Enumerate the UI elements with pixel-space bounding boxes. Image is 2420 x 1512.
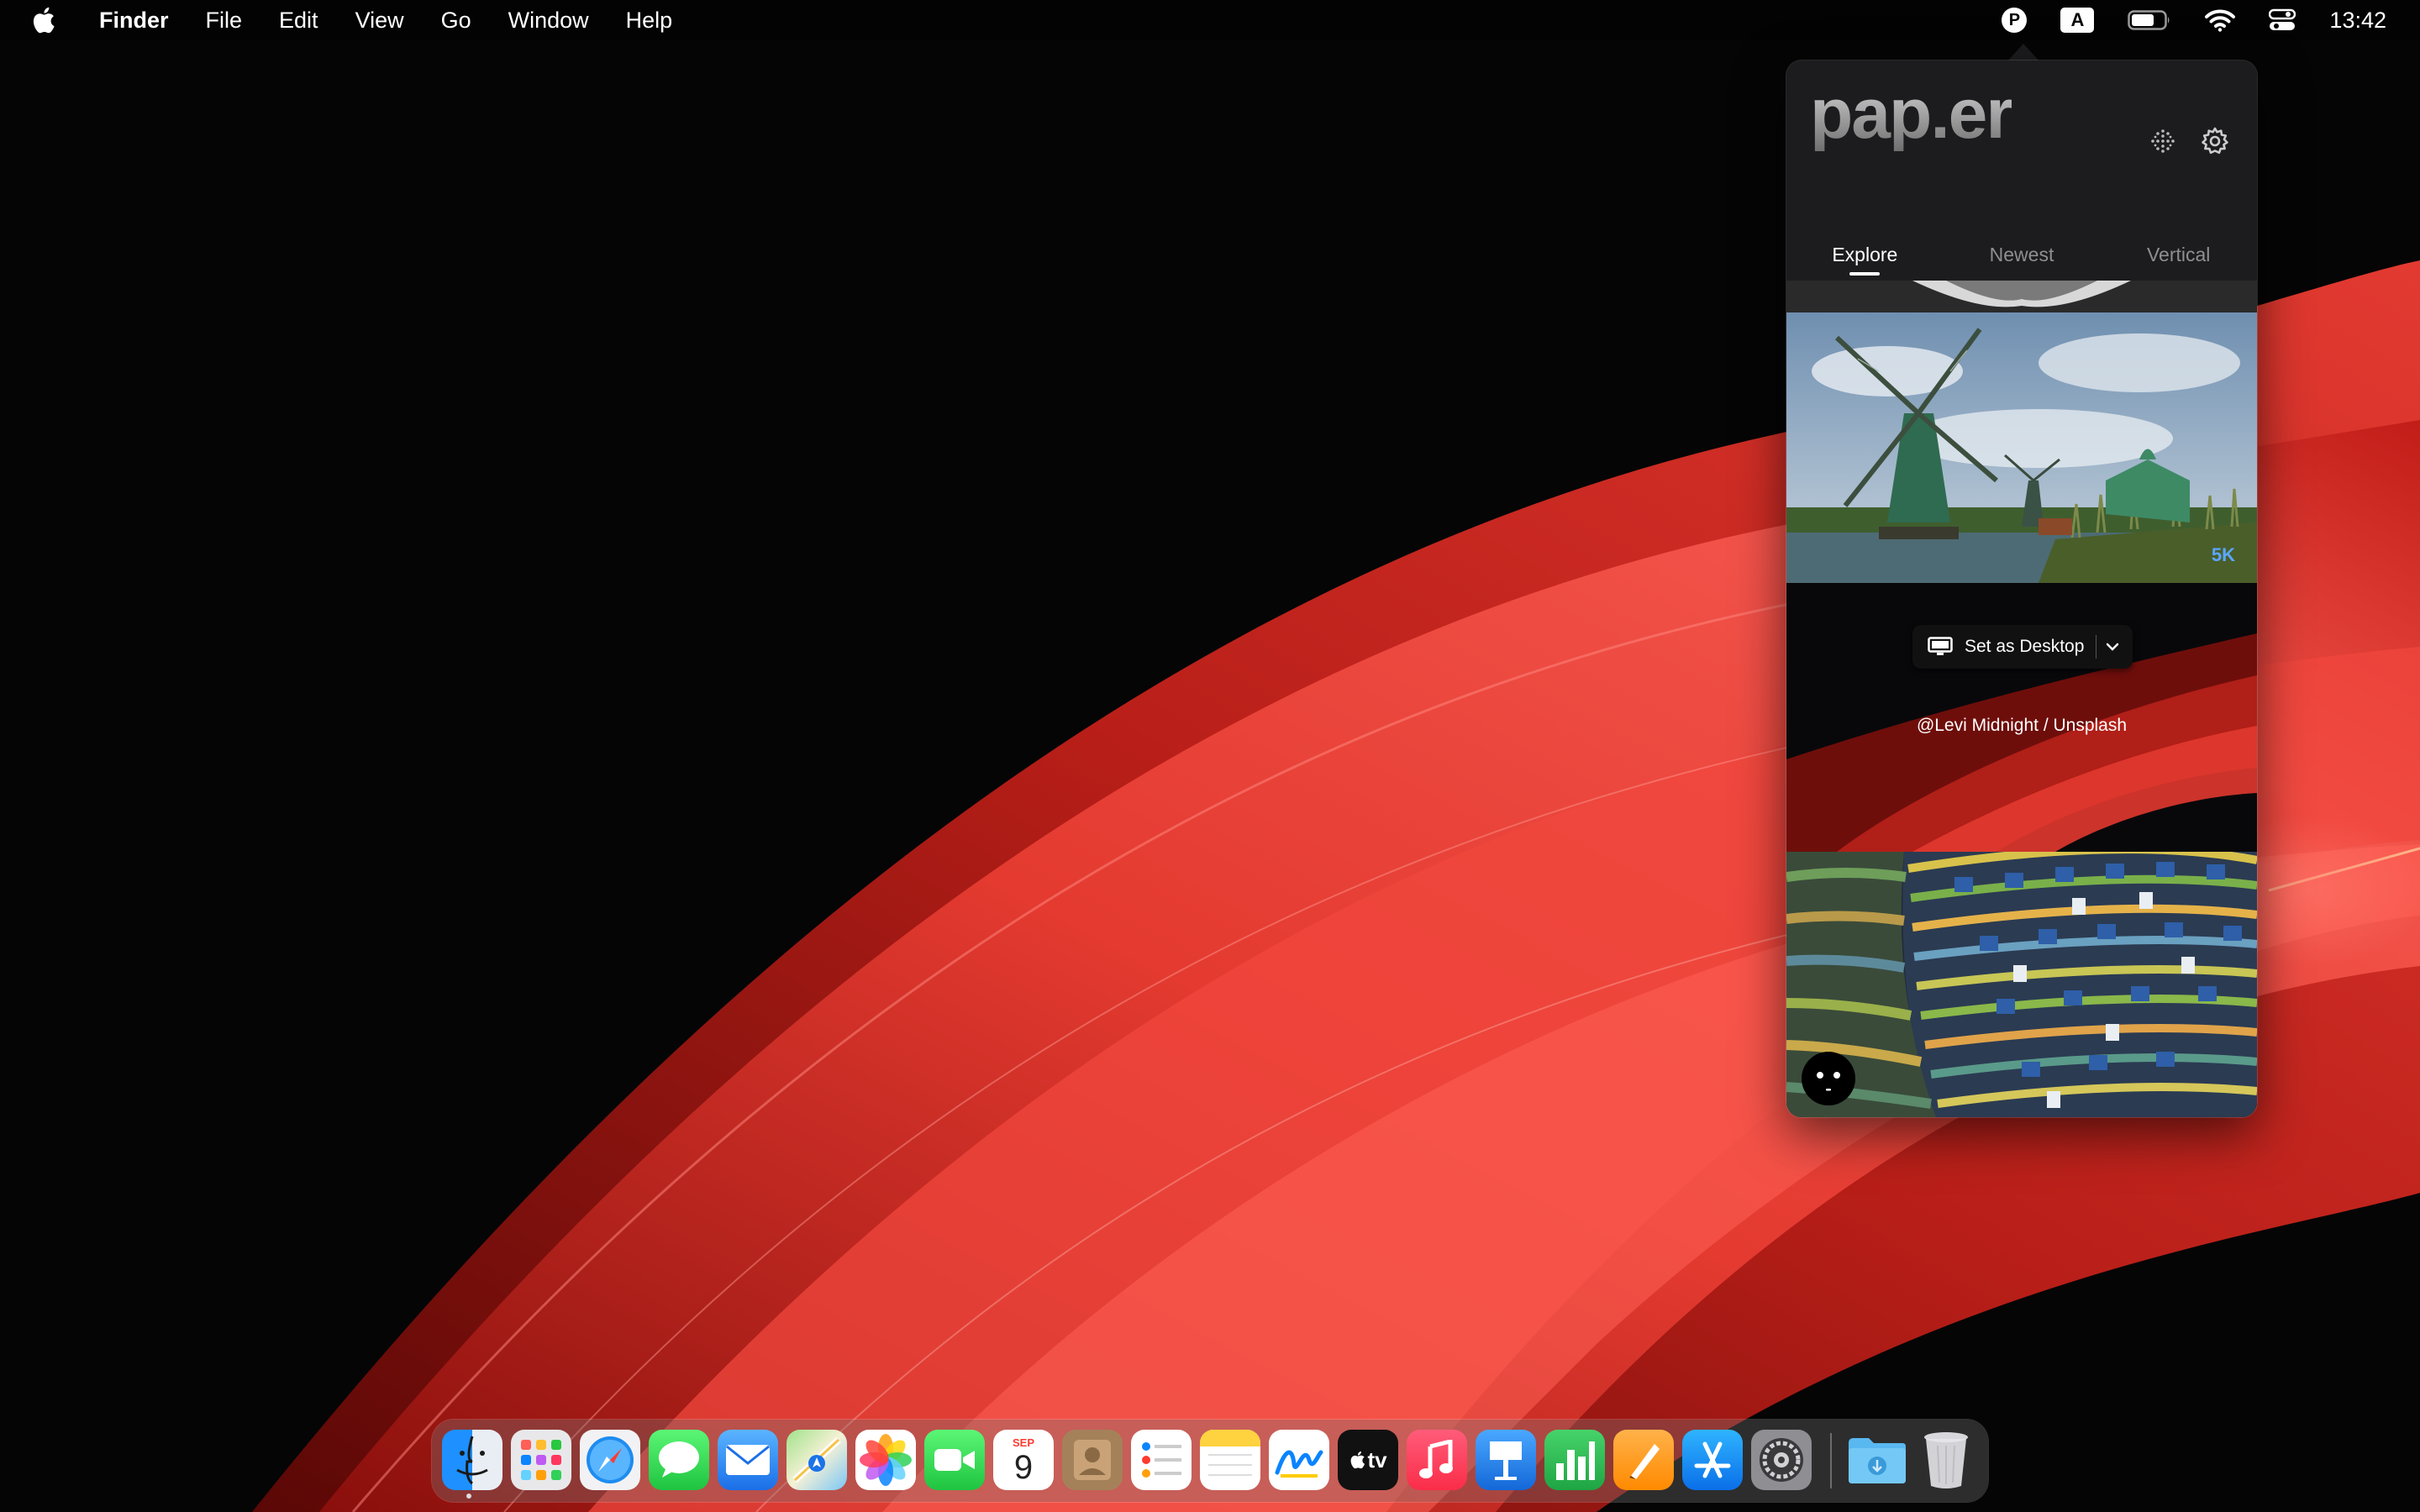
dock-messages-icon[interactable]: [649, 1430, 709, 1490]
calendar-month: SEP: [1012, 1436, 1034, 1449]
dock-keynote-icon[interactable]: [1476, 1430, 1536, 1490]
paper-status-item[interactable]: P: [2002, 8, 2028, 33]
menu-file[interactable]: File: [206, 8, 243, 34]
dock-pages-icon[interactable]: [1613, 1430, 1674, 1490]
dock-finder-icon[interactable]: [442, 1430, 502, 1490]
tab-bar: Explore Newest Vertical: [1786, 217, 2257, 279]
dock-downloads-folder-icon[interactable]: [1847, 1430, 1907, 1490]
popover-arrow: [2007, 44, 2040, 62]
set-as-desktop-label: Set as Desktop: [1965, 637, 2085, 656]
set-as-desktop-button[interactable]: Set as Desktop: [1912, 625, 2133, 669]
paper-logo: pap.er: [1810, 74, 2013, 153]
dock-music-icon[interactable]: [1407, 1430, 1467, 1490]
dock-launchpad-icon[interactable]: [511, 1430, 571, 1490]
tab-vertical[interactable]: Vertical: [2100, 217, 2257, 279]
wifi-icon[interactable]: [2205, 8, 2236, 32]
dock-facetime-icon[interactable]: [924, 1430, 985, 1490]
dock-separator: [1830, 1433, 1832, 1488]
battery-icon[interactable]: [2128, 9, 2171, 31]
tab-explore[interactable]: Explore: [1786, 217, 1944, 279]
dots-grid-icon[interactable]: [2148, 126, 2178, 156]
dock-reminders-icon[interactable]: [1131, 1430, 1192, 1490]
apple-menu-icon[interactable]: [30, 6, 55, 34]
menu-clock[interactable]: 13:42: [2329, 8, 2386, 34]
dock: SEP 9 tv: [432, 1420, 1988, 1502]
chevron-down-icon[interactable]: [2102, 636, 2123, 658]
gear-icon[interactable]: [2200, 126, 2230, 156]
wallpaper-feed[interactable]: [1786, 281, 2257, 1117]
dock-safari-icon[interactable]: [580, 1430, 640, 1490]
menu-help[interactable]: Help: [626, 8, 673, 34]
photo-credit[interactable]: @Levi Midnight / Unsplash: [1786, 716, 2257, 736]
menu-edit[interactable]: Edit: [279, 8, 318, 34]
wallpaper-thumbnail[interactable]: [1786, 312, 2257, 583]
finder-running-indicator: [466, 1494, 471, 1499]
dock-tv-icon[interactable]: tv: [1338, 1430, 1398, 1490]
wallpaper-thumbnail[interactable]: [1786, 281, 2257, 312]
paper-popover: pap.er Explore Newest Vertical 5K Set as…: [1786, 60, 2257, 1117]
paper-icon: P: [2002, 8, 2028, 33]
dock-app-store-icon[interactable]: [1682, 1430, 1743, 1490]
dock-mail-icon[interactable]: [718, 1430, 778, 1490]
control-center-icon[interactable]: [2269, 8, 2296, 32]
dock-maps-icon[interactable]: [786, 1430, 847, 1490]
dock-photos-icon[interactable]: [855, 1430, 916, 1490]
menu-go[interactable]: Go: [441, 8, 471, 34]
dock-system-settings-icon[interactable]: [1751, 1430, 1812, 1490]
input-source-item[interactable]: A: [2060, 8, 2095, 33]
monitor-icon: [1928, 637, 1953, 655]
input-source-icon: A: [2060, 8, 2095, 33]
smiley-icon[interactable]: [1802, 1052, 1855, 1105]
dock-notes-icon[interactable]: [1200, 1430, 1260, 1490]
dock-trash-icon[interactable]: [1916, 1430, 1976, 1490]
wallpaper-thumbnail[interactable]: [1786, 852, 2257, 1117]
dock-calendar-icon[interactable]: SEP 9: [993, 1430, 1054, 1490]
calendar-day: 9: [1013, 1448, 1034, 1486]
dock-contacts-icon[interactable]: [1062, 1430, 1123, 1490]
tv-label: tv: [1367, 1446, 1387, 1473]
menu-bar: Finder File Edit View Go Window Help P A: [0, 0, 2420, 40]
menu-view[interactable]: View: [355, 8, 404, 34]
dock-freeform-icon[interactable]: [1269, 1430, 1329, 1490]
menu-window[interactable]: Window: [508, 8, 589, 34]
resolution-badge: 5K: [2211, 544, 2235, 565]
tab-newest[interactable]: Newest: [1944, 217, 2101, 279]
menu-app-name[interactable]: Finder: [99, 8, 169, 34]
dock-numbers-icon[interactable]: [1544, 1430, 1605, 1490]
